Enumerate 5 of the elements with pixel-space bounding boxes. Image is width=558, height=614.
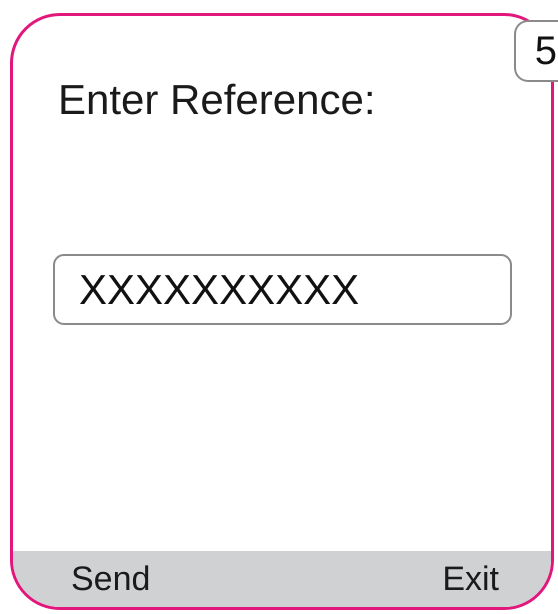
prompt-label: Enter Reference: <box>58 76 377 124</box>
reference-input-field[interactable]: XXXXXXXXXX <box>53 254 512 325</box>
page-badge: 5 <box>514 20 558 82</box>
softkey-button[interactable]: Send <box>71 560 150 598</box>
softkey-button[interactable]: Exit <box>442 560 499 598</box>
